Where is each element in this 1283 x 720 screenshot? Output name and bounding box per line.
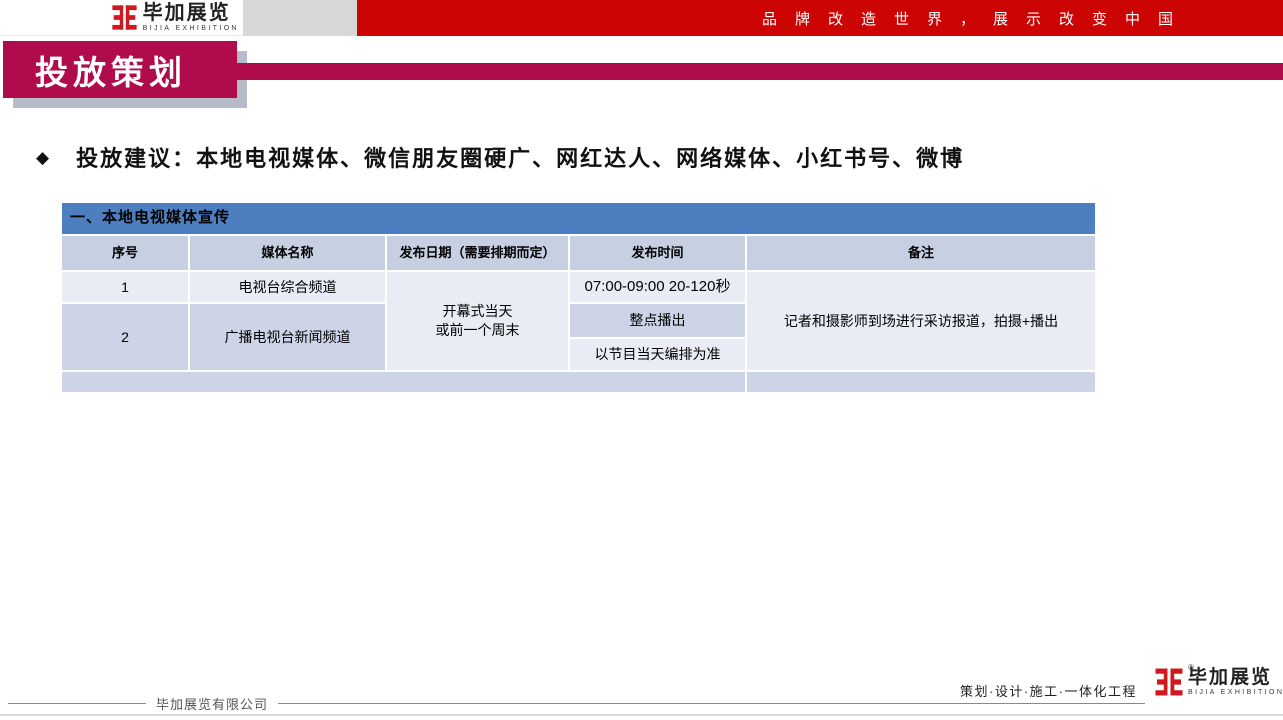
table-section-title: 一、本地电视媒体宣传: [62, 203, 1095, 234]
date-line1: 开幕式当天: [443, 302, 513, 321]
footer-logo: ® 毕加展览 BIJIA EXHIBITION: [1154, 667, 1283, 697]
header-gray-divider: [243, 0, 357, 36]
cell-date-merged: 开幕式当天 或前一个周末: [387, 272, 568, 370]
cell-row3-time: 以节目当天编排为准: [570, 339, 745, 370]
diamond-bullet-icon: ◆: [36, 149, 49, 166]
footer-rule-right-segment: [278, 703, 1145, 704]
recommendation-text: 投放建议：本地电视媒体、微信朋友圈硬广、网红达人、网络媒体、小红书号、微博: [76, 141, 964, 173]
bijia-logo-icon: [111, 4, 138, 31]
slide-bottom-edge: [0, 714, 1283, 716]
header-red-bar: 品牌改造世界，展示改变中国: [357, 0, 1283, 36]
cell-row2-time: 整点播出: [570, 304, 745, 337]
header-logo-name: 毕加展览: [143, 3, 239, 23]
tv-media-table: 一、本地电视媒体宣传 序号 媒体名称 发布日期（需要排期而定） 发布时间 备注 …: [62, 203, 1097, 392]
cell-remark-merged: 记者和摄影师到场进行采访报道，拍摄+播出: [747, 272, 1095, 370]
cell-row2-media: 广播电视台新闻频道: [190, 304, 385, 370]
registered-trademark-symbol: ®: [1188, 663, 1194, 672]
footer-services-text: 策划·设计·施工·一体化工程: [960, 681, 1137, 700]
brand-slogan: 品牌改造世界，展示改变中国: [762, 8, 1191, 29]
col-header-media: 媒体名称: [190, 236, 385, 270]
bijia-logo-icon-footer: [1154, 667, 1184, 697]
cell-row1-no: 1: [62, 272, 188, 302]
header-logo-area: 毕加展览 BIJIA EXHIBITION: [0, 0, 243, 36]
date-line2: 或前一个周末: [436, 321, 520, 340]
cell-row1-media: 电视台综合频道: [190, 272, 385, 302]
footer-logo-subtitle: BIJIA EXHIBITION: [1188, 689, 1283, 696]
col-header-time: 发布时间: [570, 236, 745, 270]
page-title: 投放策划: [3, 41, 237, 98]
footer-company-name: 毕加展览有限公司: [146, 694, 278, 713]
footer-logo-name: 毕加展览: [1188, 668, 1283, 687]
col-header-remark: 备注: [747, 236, 1095, 270]
footer-logo-text: 毕加展览 BIJIA EXHIBITION: [1188, 668, 1283, 696]
col-header-no: 序号: [62, 236, 188, 270]
recommendation-line: ◆ 投放建议：本地电视媒体、微信朋友圈硬广、网红达人、网络媒体、小红书号、微博: [36, 141, 964, 173]
footer-rule-left-segment: [8, 703, 146, 704]
cell-row1-time: 07:00-09:00 20-120秒: [570, 272, 745, 302]
cell-empty-right: [747, 372, 1095, 392]
col-header-date: 发布日期（需要排期而定）: [387, 236, 568, 270]
cell-row2-no: 2: [62, 304, 188, 370]
cell-empty-left: [62, 372, 745, 392]
slide: 毕加展览 BIJIA EXHIBITION 品牌改造世界，展示改变中国 投放策划…: [0, 0, 1283, 720]
title-banner-rule: [236, 63, 1283, 80]
header-logo-subtitle: BIJIA EXHIBITION: [143, 25, 239, 32]
header-logo: 毕加展览 BIJIA EXHIBITION: [111, 3, 239, 32]
header-logo-text: 毕加展览 BIJIA EXHIBITION: [143, 3, 239, 32]
